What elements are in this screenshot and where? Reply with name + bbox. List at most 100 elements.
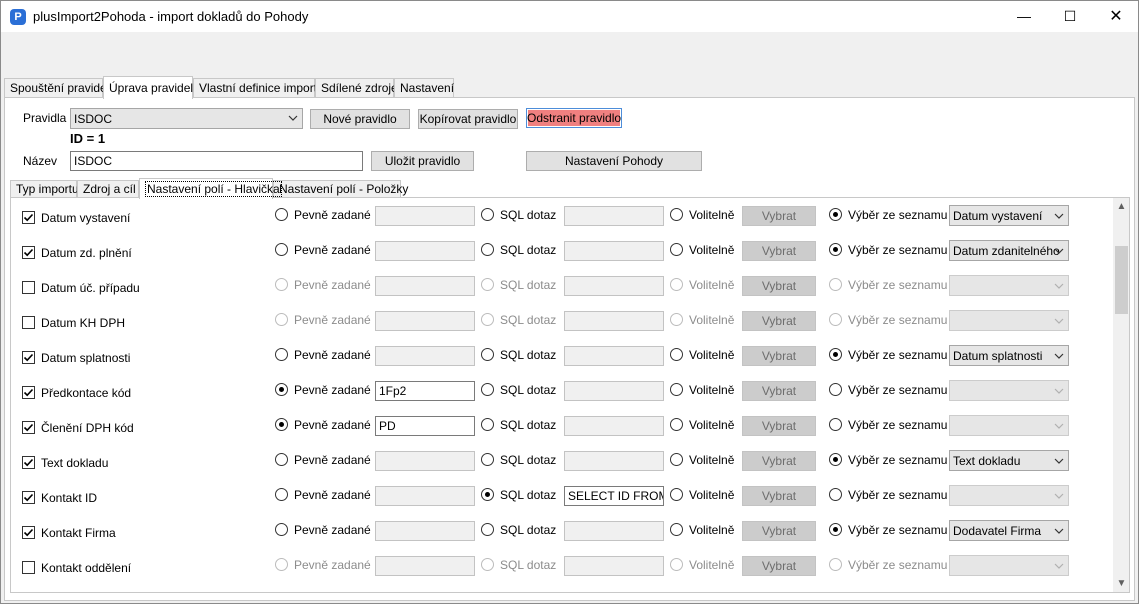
fixed-value-field[interactable]: 1Fp2 [375, 381, 475, 401]
pick-button[interactable]: Vybrat [742, 416, 816, 436]
fixed-value-field[interactable] [375, 241, 475, 261]
rule-name-field[interactable]: ISDOC [70, 151, 363, 171]
optional-radio[interactable] [670, 243, 683, 256]
optional-radio[interactable] [670, 418, 683, 431]
pick-button[interactable]: Vybrat [742, 311, 816, 331]
from-list-radio[interactable] [829, 208, 842, 221]
tab-nastaveni[interactable]: Nastavení [394, 78, 454, 98]
delete-rule-button[interactable]: Odstranit pravidlo [526, 108, 622, 128]
tab-sdilene-zdroje[interactable]: Sdílené zdroje [315, 78, 398, 98]
sql-query-radio[interactable] [481, 278, 494, 291]
field-enabled-checkbox[interactable] [22, 491, 35, 504]
fixed-value-field[interactable] [375, 556, 475, 576]
scroll-down-icon[interactable]: ▼ [1113, 575, 1129, 592]
pick-button[interactable]: Vybrat [742, 346, 816, 366]
field-enabled-checkbox[interactable] [22, 351, 35, 364]
pick-button[interactable]: Vybrat [742, 206, 816, 226]
from-list-select[interactable] [949, 380, 1069, 401]
tab-typ-importu[interactable]: Typ importu [10, 180, 79, 198]
fixed-value-field[interactable] [375, 276, 475, 296]
field-enabled-checkbox[interactable] [22, 246, 35, 259]
from-list-radio[interactable] [829, 278, 842, 291]
optional-radio[interactable] [670, 558, 683, 571]
pick-button[interactable]: Vybrat [742, 486, 816, 506]
pick-button[interactable]: Vybrat [742, 521, 816, 541]
tab-spousteni-pravidel[interactable]: Spouštění pravidel [4, 78, 109, 98]
sql-query-field[interactable]: SELECT ID FROM Ad [564, 486, 664, 506]
optional-radio[interactable] [670, 348, 683, 361]
fixed-value-radio[interactable] [275, 488, 288, 501]
from-list-radio[interactable] [829, 523, 842, 536]
fixed-value-field[interactable] [375, 346, 475, 366]
minimize-button[interactable]: — [1001, 1, 1047, 32]
from-list-radio[interactable] [829, 243, 842, 256]
from-list-radio[interactable] [829, 488, 842, 501]
fixed-value-field[interactable] [375, 486, 475, 506]
from-list-radio[interactable] [829, 418, 842, 431]
sql-query-radio[interactable] [481, 418, 494, 431]
field-enabled-checkbox[interactable] [22, 421, 35, 434]
fixed-value-radio[interactable] [275, 208, 288, 221]
fixed-value-radio[interactable] [275, 243, 288, 256]
vertical-scrollbar[interactable]: ▲ ▼ [1113, 198, 1129, 592]
fixed-value-radio[interactable] [275, 418, 288, 431]
fixed-value-radio[interactable] [275, 383, 288, 396]
from-list-radio[interactable] [829, 383, 842, 396]
sql-query-field[interactable] [564, 276, 664, 296]
copy-rule-button[interactable]: Kopírovat pravidlo [418, 109, 518, 129]
tab-vlastni-definice-importu[interactable]: Vlastní definice importu [193, 78, 324, 98]
close-button[interactable]: ✕ [1093, 1, 1139, 32]
fixed-value-field[interactable] [375, 311, 475, 331]
from-list-radio[interactable] [829, 313, 842, 326]
new-rule-button[interactable]: Nové pravidlo [310, 109, 410, 129]
pick-button[interactable]: Vybrat [742, 276, 816, 296]
pick-button[interactable]: Vybrat [742, 556, 816, 576]
sql-query-field[interactable] [564, 451, 664, 471]
field-enabled-checkbox[interactable] [22, 561, 35, 574]
tab-uprava-pravidel[interactable]: Úprava pravidel [103, 76, 193, 99]
rule-select[interactable]: ISDOC [70, 108, 303, 129]
fixed-value-field[interactable] [375, 206, 475, 226]
field-enabled-checkbox[interactable] [22, 456, 35, 469]
from-list-select[interactable] [949, 415, 1069, 436]
fixed-value-radio[interactable] [275, 453, 288, 466]
from-list-radio[interactable] [829, 453, 842, 466]
sql-query-radio[interactable] [481, 488, 494, 501]
fixed-value-radio[interactable] [275, 558, 288, 571]
save-rule-button[interactable]: Uložit pravidlo [371, 151, 474, 171]
optional-radio[interactable] [670, 383, 683, 396]
from-list-radio[interactable] [829, 558, 842, 571]
from-list-select[interactable]: Dodavatel Firma [949, 520, 1069, 541]
from-list-select[interactable] [949, 555, 1069, 576]
from-list-select[interactable]: Datum splatnosti [949, 345, 1069, 366]
fixed-value-field[interactable] [375, 521, 475, 541]
sql-query-field[interactable] [564, 381, 664, 401]
field-enabled-checkbox[interactable] [22, 211, 35, 224]
sql-query-radio[interactable] [481, 243, 494, 256]
from-list-radio[interactable] [829, 348, 842, 361]
sql-query-field[interactable] [564, 206, 664, 226]
field-enabled-checkbox[interactable] [22, 386, 35, 399]
tab-nastaveni-poli-hlavicka[interactable]: Nastavení polí - Hlavička [139, 178, 282, 199]
pohoda-settings-button[interactable]: Nastavení Pohody [526, 151, 702, 171]
sql-query-radio[interactable] [481, 523, 494, 536]
optional-radio[interactable] [670, 313, 683, 326]
sql-query-radio[interactable] [481, 348, 494, 361]
from-list-select[interactable]: Datum zdanitelného [949, 240, 1069, 261]
sql-query-radio[interactable] [481, 208, 494, 221]
scroll-up-icon[interactable]: ▲ [1113, 198, 1129, 215]
from-list-select[interactable] [949, 310, 1069, 331]
fixed-value-radio[interactable] [275, 348, 288, 361]
fixed-value-radio[interactable] [275, 523, 288, 536]
sql-query-radio[interactable] [481, 558, 494, 571]
optional-radio[interactable] [670, 208, 683, 221]
sql-query-field[interactable] [564, 241, 664, 261]
maximize-button[interactable]: ☐ [1047, 1, 1093, 32]
pick-button[interactable]: Vybrat [742, 381, 816, 401]
optional-radio[interactable] [670, 523, 683, 536]
field-enabled-checkbox[interactable] [22, 526, 35, 539]
field-enabled-checkbox[interactable] [22, 281, 35, 294]
sql-query-radio[interactable] [481, 313, 494, 326]
fixed-value-field[interactable]: PD [375, 416, 475, 436]
from-list-select[interactable] [949, 275, 1069, 296]
